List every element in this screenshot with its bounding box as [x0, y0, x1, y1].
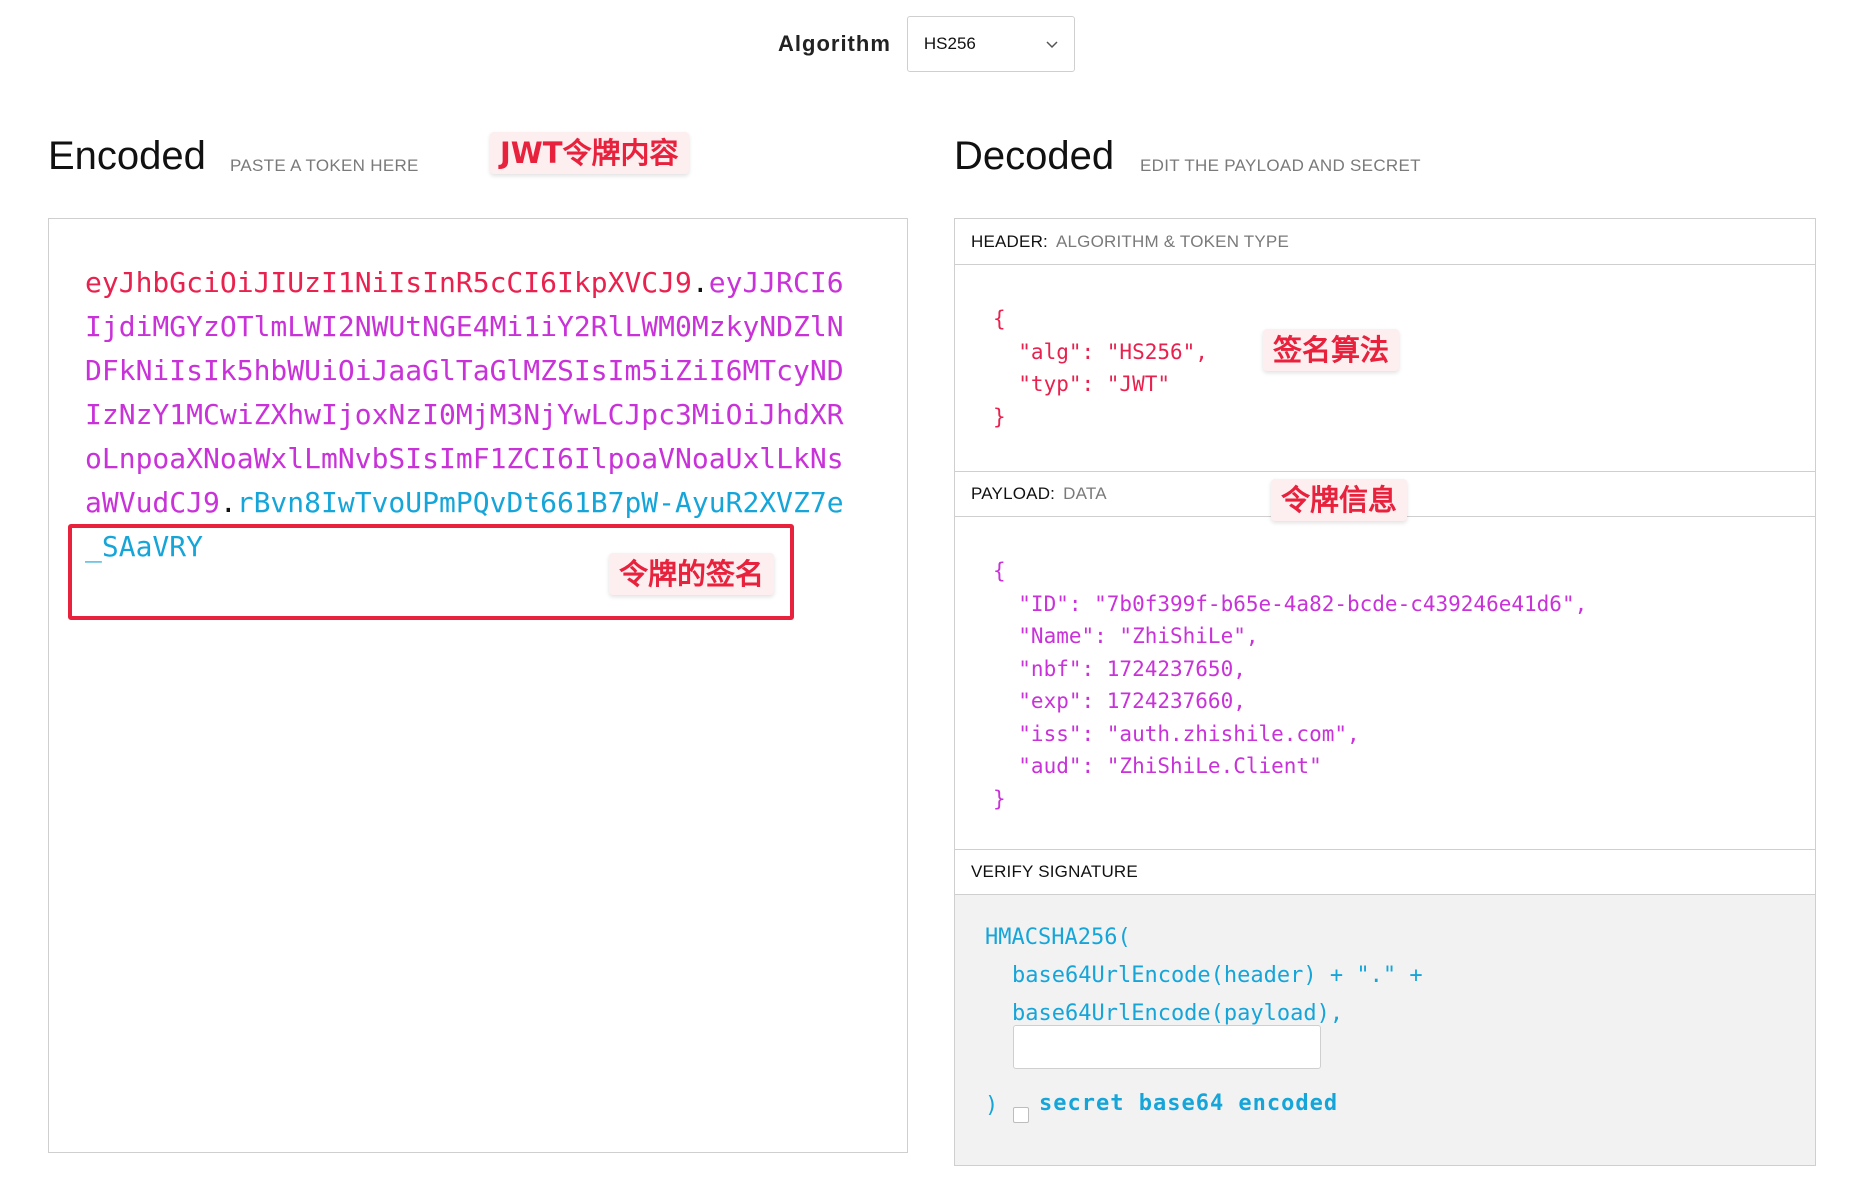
- token-dot: .: [691, 266, 709, 299]
- algorithm-selected-value: HS256: [923, 34, 976, 53]
- payload-section-label: PAYLOAD:: [971, 483, 1056, 503]
- payload-section-sublabel: DATA: [1063, 483, 1107, 503]
- header-json-editor[interactable]: { "alg": "HS256", "typ": "JWT" }: [993, 303, 1208, 433]
- algorithm-select[interactable]: HS256: [906, 16, 1075, 72]
- header-section-label: HEADER:: [971, 231, 1048, 251]
- verify-signature-body: HMACSHA256( base64UrlEncode(header) + ".…: [955, 895, 1815, 1165]
- verify-hmac-line: HMACSHA256(: [985, 925, 1131, 950]
- verify-payload-line: base64UrlEncode(payload),: [1012, 1001, 1344, 1026]
- secret-base64-checkbox[interactable]: [1013, 1107, 1029, 1123]
- annotation-jwt-content: JWT令牌内容: [490, 132, 689, 174]
- verify-header-line: base64UrlEncode(header) + "." +: [1012, 963, 1423, 988]
- secret-base64-label[interactable]: secret base64 encoded: [1039, 1091, 1338, 1116]
- encoded-title: Encoded: [48, 134, 206, 178]
- annotation-token-info: 令牌信息: [1271, 479, 1408, 521]
- header-section-sublabel: ALGORITHM & TOKEN TYPE: [1055, 231, 1289, 251]
- token-header-part: eyJhbGciOiJIUzI1NiIsInR5cCI6IkpXVCJ9: [85, 266, 692, 299]
- token-dot: .: [219, 486, 237, 519]
- verify-section-label: VERIFY SIGNATURE: [971, 861, 1138, 881]
- decoded-title: Decoded: [954, 134, 1115, 178]
- annotation-signing-algorithm: 签名算法: [1263, 329, 1400, 371]
- algorithm-label: Algorithm: [778, 31, 891, 56]
- annotation-signature: 令牌的签名: [609, 553, 775, 595]
- payload-json-editor[interactable]: { "ID": "7b0f399f-b65e-4a82-bcde-c439246…: [993, 555, 1587, 815]
- verify-close-paren: ): [985, 1093, 999, 1118]
- encoded-token-editor[interactable]: eyJhbGciOiJIUzI1NiIsInR5cCI6IkpXVCJ9.eyJ…: [48, 218, 908, 1153]
- chevron-down-icon: [1046, 41, 1058, 49]
- encoded-subtitle: PASTE A TOKEN HERE: [230, 156, 419, 175]
- decoded-panel: HEADER: ALGORITHM & TOKEN TYPE { "alg": …: [954, 218, 1816, 1166]
- decoded-subtitle: EDIT THE PAYLOAD AND SECRET: [1140, 156, 1421, 175]
- algorithm-row: Algorithm HS256: [778, 16, 1075, 72]
- verify-section-title: VERIFY SIGNATURE: [955, 849, 1815, 895]
- token-payload-part: eyJJRCI6IjdiMGYzOTlmLWI2NWUtNGE4Mi1iY2Rl…: [85, 266, 844, 519]
- encoded-token-text[interactable]: eyJhbGciOiJIUzI1NiIsInR5cCI6IkpXVCJ9.eyJ…: [85, 261, 845, 569]
- secret-input[interactable]: [1013, 1025, 1321, 1069]
- header-section-title: HEADER: ALGORITHM & TOKEN TYPE: [955, 219, 1815, 265]
